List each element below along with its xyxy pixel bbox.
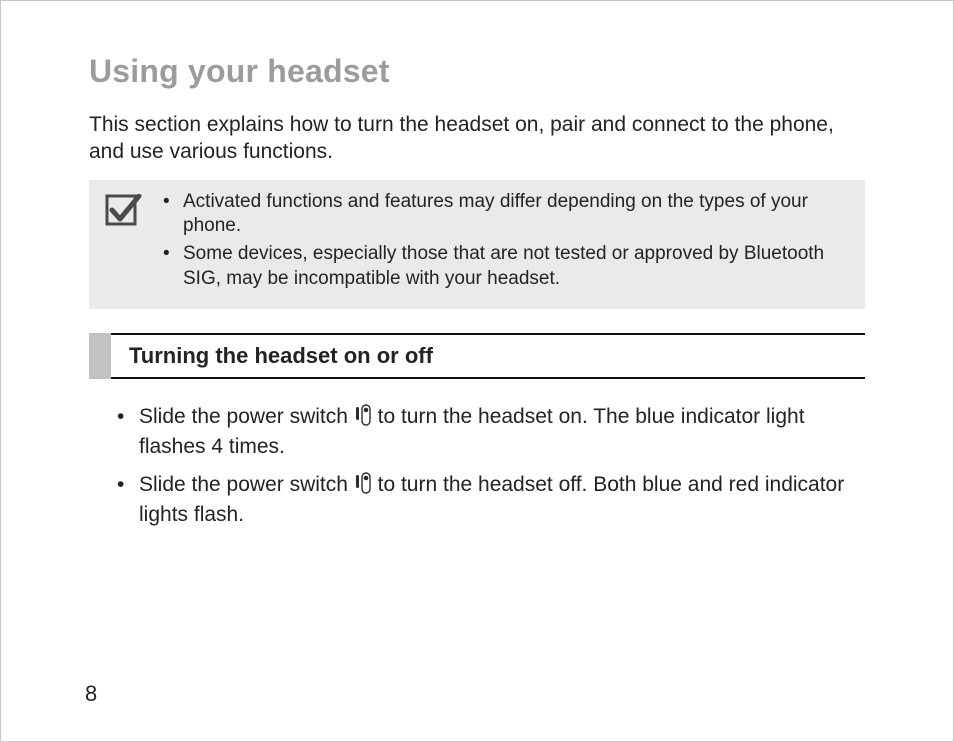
note-list: Activated functions and features may dif… (163, 190, 847, 295)
instruction-item-on: Slide the power switch to turn the heads… (117, 403, 865, 461)
page-title: Using your headset (89, 53, 865, 90)
note-callout: Activated functions and features may dif… (89, 180, 865, 309)
subsection-title: Turning the headset on or off (111, 333, 865, 379)
page-number: 8 (85, 681, 97, 707)
intro-paragraph: This section explains how to turn the he… (89, 112, 865, 166)
checkmark-icon (105, 194, 143, 231)
subsection-accent-bar (89, 333, 111, 379)
note-item: Some devices, especially those that are … (163, 242, 847, 291)
instruction-text: Slide the power switch (139, 473, 354, 496)
power-switch-off-icon (355, 472, 371, 501)
instruction-list: Slide the power switch to turn the heads… (117, 403, 865, 528)
instruction-text: Slide the power switch (139, 405, 354, 428)
note-item: Activated functions and features may dif… (163, 190, 847, 239)
manual-page: Using your headset This section explains… (0, 0, 954, 742)
instruction-item-off: Slide the power switch to turn the heads… (117, 471, 865, 529)
power-switch-on-icon (355, 404, 371, 433)
subsection-header: Turning the headset on or off (89, 333, 865, 379)
